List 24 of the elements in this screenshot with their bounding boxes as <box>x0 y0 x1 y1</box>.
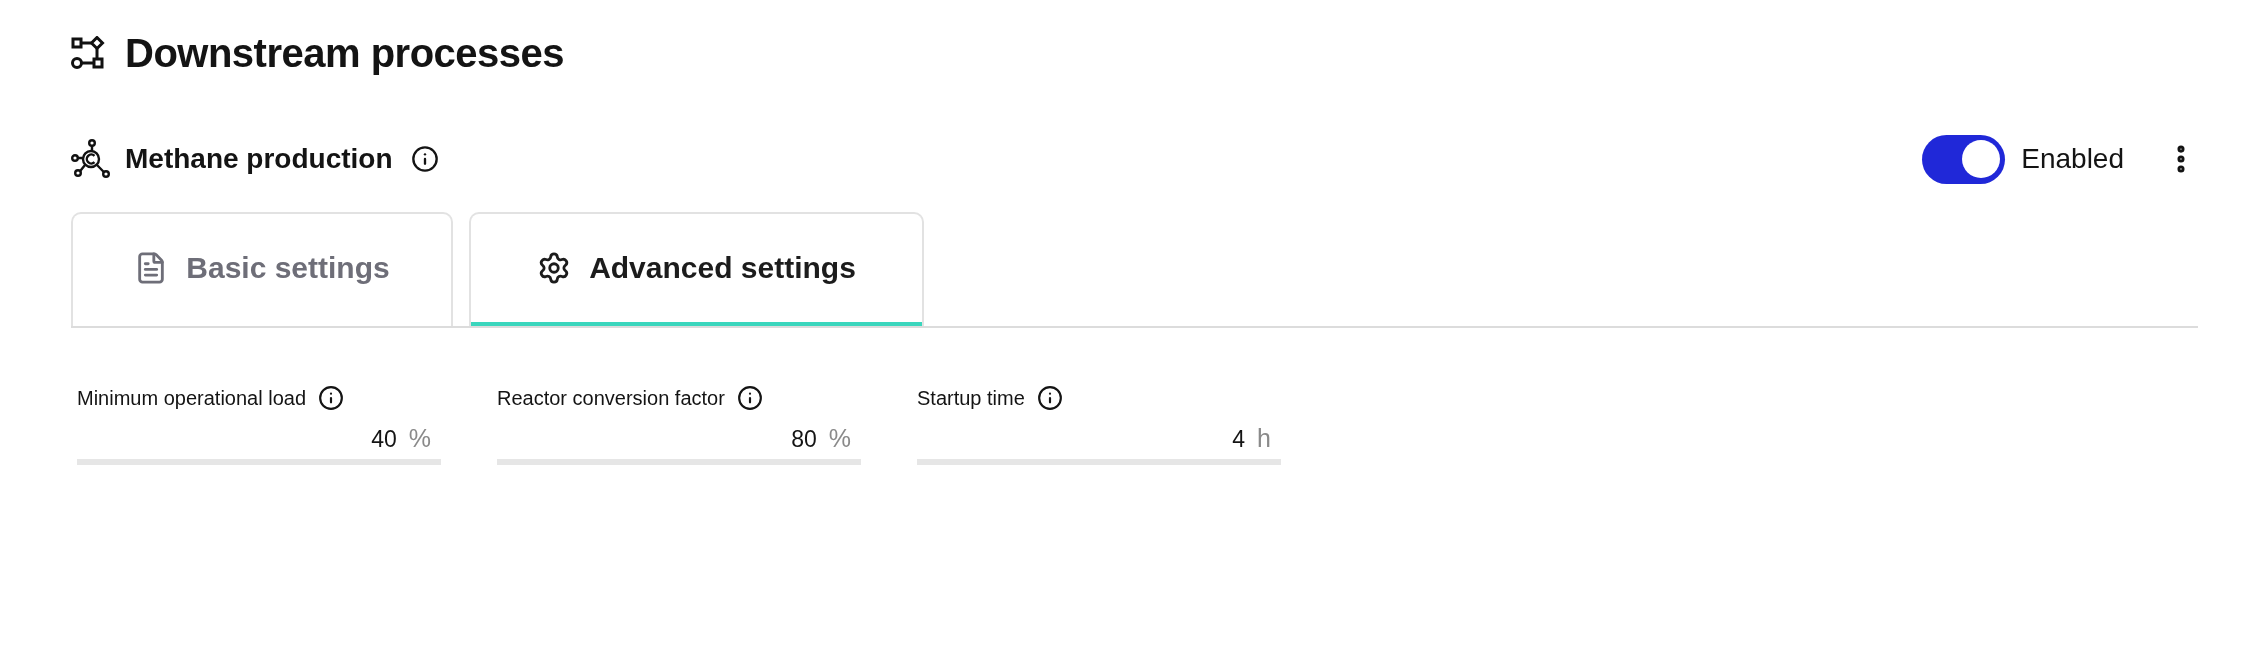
info-icon[interactable] <box>318 385 344 411</box>
molecule-icon <box>71 139 111 179</box>
section-title: Methane production <box>125 145 393 173</box>
page-title: Downstream processes <box>125 33 565 73</box>
info-icon[interactable] <box>736 385 763 411</box>
process-graph-icon <box>71 36 105 70</box>
field-label: Startup time <box>917 388 1025 408</box>
field-value: 80 <box>791 428 817 451</box>
info-icon[interactable] <box>1036 385 1063 411</box>
field-label: Minimum operational load <box>77 388 306 408</box>
field-value: 4 <box>1232 428 1246 451</box>
input-field[interactable]: 40 % <box>77 426 441 465</box>
field-value: 40 <box>371 428 397 451</box>
unit-label: % <box>408 426 431 451</box>
field-label: Reactor conversion factor <box>497 388 725 408</box>
unit-label: h <box>1257 426 1271 451</box>
info-icon[interactable] <box>410 145 439 173</box>
settings-tab[interactable]: Advanced settings <box>469 212 924 326</box>
input-field[interactable]: 80 % <box>497 426 861 465</box>
toggle-label: Enabled <box>2021 145 2124 173</box>
unit-label: % <box>828 426 851 451</box>
settings-tab[interactable]: Basic settings <box>71 212 453 326</box>
input-field[interactable]: 4 h <box>917 426 1281 465</box>
toggle-switch[interactable] <box>1922 134 2006 184</box>
